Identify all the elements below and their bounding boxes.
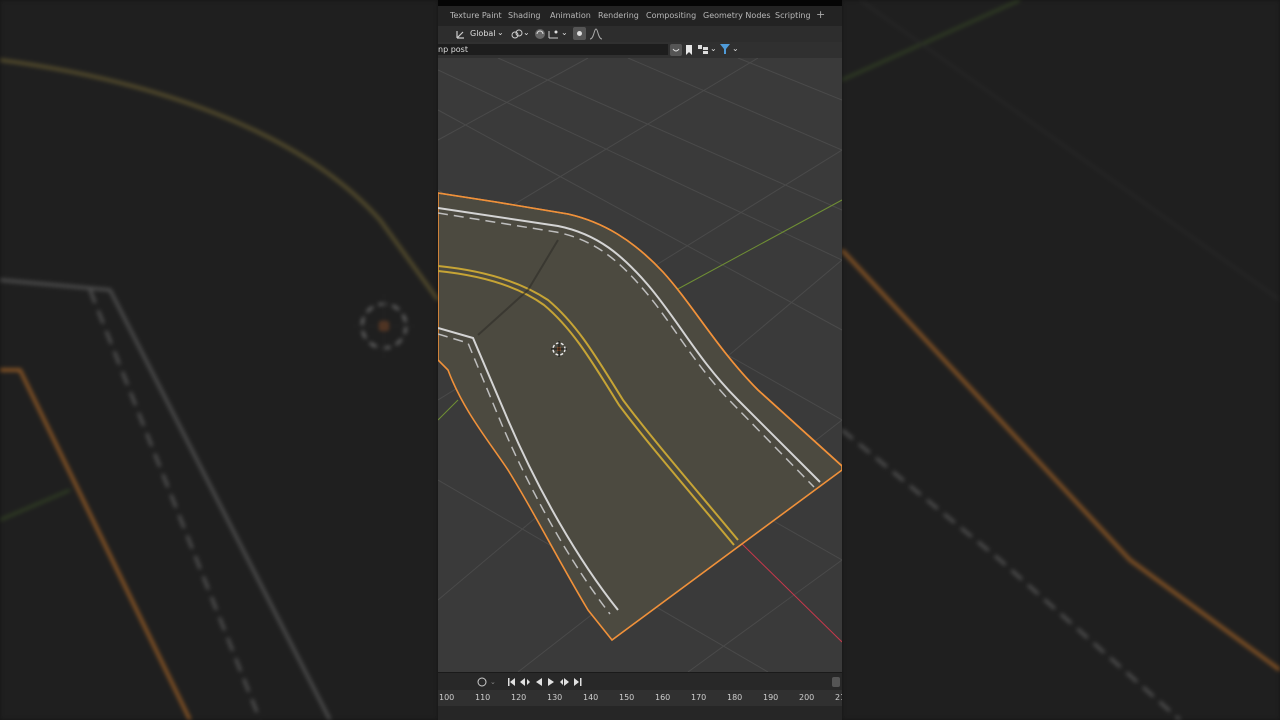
chevron-down-icon[interactable]: ⌄ xyxy=(561,27,568,39)
filter-icon[interactable] xyxy=(719,43,731,55)
frame-number: 120 xyxy=(511,693,527,702)
frame-number: 130 xyxy=(547,693,563,702)
transform-orientation-dropdown[interactable]: Global xyxy=(470,28,496,40)
frame-number: 100 xyxy=(439,693,455,702)
jump-to-start-icon[interactable] xyxy=(508,678,515,686)
transform-orientation-icon[interactable] xyxy=(455,28,467,40)
play-reverse-icon[interactable] xyxy=(536,678,542,686)
x-axis-line xyxy=(737,539,842,643)
frame-number: 170 xyxy=(691,693,707,702)
bookmark-icon[interactable] xyxy=(684,44,694,56)
timeline-header: ⌄ xyxy=(438,672,842,691)
outliner-header: ⌄ ⌄ xyxy=(438,42,842,58)
tab-geometry-nodes[interactable]: Geometry Nodes xyxy=(703,11,770,20)
viewport-header: Global ⌄ ⌄ ⌄ xyxy=(438,26,842,42)
frame-number: 200 xyxy=(799,693,815,702)
chevron-down-icon[interactable]: ⌄ xyxy=(497,27,504,39)
add-workspace-icon[interactable]: + xyxy=(816,8,825,21)
tab-rendering[interactable]: Rendering xyxy=(598,11,639,20)
frame-number: 190 xyxy=(763,693,779,702)
chevron-down-icon[interactable]: ⌄ xyxy=(490,676,496,688)
tab-texture-paint[interactable]: Texture Paint xyxy=(450,11,502,20)
frame-number: 150 xyxy=(619,693,635,702)
chevron-down-icon[interactable]: ⌄ xyxy=(523,27,530,39)
blender-window: Texture Paint Shading Animation Renderin… xyxy=(438,0,842,720)
jump-to-end-icon[interactable] xyxy=(574,678,582,686)
falloff-curve-icon[interactable] xyxy=(589,28,603,40)
viewport-scene xyxy=(438,57,842,673)
playback-controls xyxy=(508,678,582,686)
tab-scripting[interactable]: Scripting xyxy=(775,11,811,20)
tab-shading[interactable]: Shading xyxy=(508,11,541,20)
keyframe-record-icon[interactable] xyxy=(476,676,488,688)
road-mesh[interactable] xyxy=(438,192,842,642)
proportional-editing-icon[interactable] xyxy=(573,27,586,40)
play-icon[interactable] xyxy=(548,678,554,686)
tab-animation[interactable]: Animation xyxy=(550,11,591,20)
view-options-icon[interactable] xyxy=(670,44,682,56)
frame-number: 110 xyxy=(475,693,491,702)
tab-compositing[interactable]: Compositing xyxy=(646,11,696,20)
status-bar xyxy=(438,706,842,720)
previous-keyframe-icon[interactable] xyxy=(520,678,530,686)
frame-number: 21 xyxy=(835,693,842,702)
next-keyframe-icon[interactable] xyxy=(560,678,569,686)
snap-icon[interactable] xyxy=(534,28,546,40)
outliner-search-input[interactable] xyxy=(438,44,668,55)
frame-number: 160 xyxy=(655,693,671,702)
chevron-down-icon[interactable]: ⌄ xyxy=(732,43,739,55)
timeline-scroll-handle[interactable] xyxy=(832,677,840,687)
y-axis-line xyxy=(675,199,842,291)
pivot-link-icon[interactable] xyxy=(511,28,523,40)
collection-icon[interactable] xyxy=(697,44,709,56)
workspace-tabs: Texture Paint Shading Animation Renderin… xyxy=(438,6,842,26)
frame-number: 180 xyxy=(727,693,743,702)
3d-viewport[interactable] xyxy=(438,57,842,673)
snap-target-icon[interactable] xyxy=(547,28,561,40)
chevron-down-icon[interactable]: ⌄ xyxy=(710,43,717,55)
y-axis-line-left xyxy=(438,399,459,421)
frame-ruler[interactable]: 100 110 120 130 140 150 160 170 180 190 … xyxy=(438,690,842,706)
frame-number: 140 xyxy=(583,693,599,702)
